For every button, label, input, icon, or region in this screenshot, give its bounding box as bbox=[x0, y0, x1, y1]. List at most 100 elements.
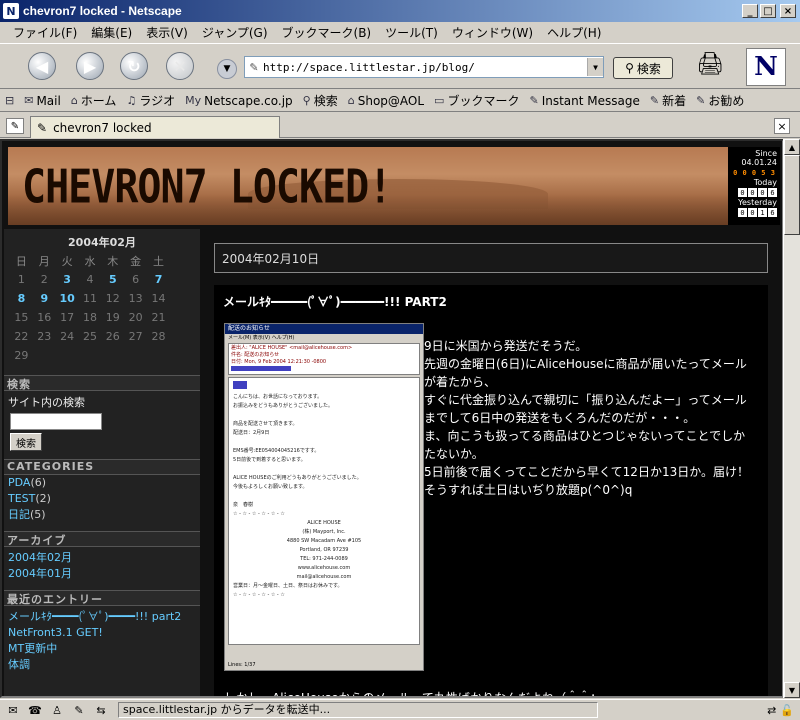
security-lock-icon[interactable]: 🔓 bbox=[780, 704, 794, 717]
stop-button[interactable]: ✕ bbox=[166, 52, 194, 80]
calendar-day: 29 bbox=[14, 349, 29, 362]
composer-icon[interactable]: ✎ bbox=[70, 702, 88, 718]
blog-title[interactable]: CHEVRON7 LOCKED! bbox=[22, 161, 392, 214]
search-button[interactable]: ⚲ 検索 bbox=[613, 57, 673, 79]
mail-icon[interactable]: ✉ bbox=[4, 702, 22, 718]
close-tab-button[interactable]: × bbox=[774, 118, 790, 134]
toolbar-item-instant-message[interactable]: ✎ Instant Message bbox=[524, 94, 644, 108]
calendar-day-link[interactable]: 8 bbox=[10, 289, 33, 308]
counter-digit: 0 bbox=[738, 188, 747, 197]
menu-bar: ファイル(F) 編集(E) 表示(V) ジャンプ(G) ブックマーク(B) ツー… bbox=[0, 22, 800, 42]
personal-toolbar-menu[interactable]: ⊟ bbox=[0, 94, 19, 107]
status-text: space.littlestar.jp からデータを転送中... bbox=[118, 702, 598, 718]
toolbar-item-search[interactable]: ⚲ 検索 bbox=[298, 92, 343, 109]
weekday: 木 bbox=[107, 254, 119, 268]
email-header-line: 日付: Mon, 9 Feb 2004 12:21:30 -0800 bbox=[231, 359, 327, 365]
email-body-line: mail@alicehouse.com bbox=[296, 574, 352, 580]
email-redacted-name bbox=[233, 381, 415, 393]
category-link-pda[interactable]: PDA(6) bbox=[4, 475, 200, 491]
calendar-day: 17 bbox=[60, 311, 75, 324]
menu-bookmarks[interactable]: ブックマーク(B) bbox=[275, 24, 379, 41]
archive-link[interactable]: 2004年02月 bbox=[4, 550, 200, 566]
counter-today-label: Today bbox=[753, 178, 777, 187]
close-window-button[interactable]: × bbox=[780, 4, 796, 18]
calendar-day-link[interactable]: 9 bbox=[33, 289, 56, 308]
scroll-up-button[interactable]: ▲ bbox=[784, 139, 800, 155]
search-icon: ⚲ bbox=[302, 94, 311, 107]
minimize-button[interactable]: _ bbox=[742, 4, 758, 18]
url-input[interactable]: http://space.littlestar.jp/blog/ bbox=[263, 61, 587, 74]
calendar-day: 26 bbox=[105, 330, 120, 343]
category-name: 日記 bbox=[8, 508, 30, 521]
mail-icon: ✉ bbox=[24, 94, 34, 107]
calendar: 日 月 火 水 木 金 土 1 2 3 4 5 6 7 8 9 10 11 12… bbox=[10, 251, 170, 365]
toolbar-item-shop-aol[interactable]: ⌂ Shop@AOL bbox=[343, 94, 429, 108]
counter-yesterday-label: Yesterday bbox=[738, 198, 777, 207]
toolbar-item-netscape[interactable]: My Netscape.co.jp bbox=[180, 94, 298, 108]
netscape-icon: My bbox=[185, 94, 202, 107]
email-header-line: 件名: 配送のお知らせ bbox=[231, 352, 280, 358]
menu-view[interactable]: 表示(V) bbox=[139, 24, 195, 41]
calendar-day-link[interactable]: 5 bbox=[101, 270, 124, 289]
maximize-button[interactable]: □ bbox=[760, 4, 776, 18]
recent-entry-link[interactable]: メールｷﾀ━━━━(ﾟ∀ﾟ)━━━━!!! part2 bbox=[4, 609, 200, 625]
url-dropdown-button[interactable]: ▼ bbox=[587, 58, 603, 76]
menu-edit[interactable]: 編集(E) bbox=[84, 24, 139, 41]
back-button[interactable]: ◀ bbox=[28, 52, 56, 80]
toolbar-item-radio[interactable]: ♫ ラジオ bbox=[121, 92, 180, 109]
new-tab-icon[interactable]: ✎ bbox=[6, 118, 24, 134]
toolbar-item-mail[interactable]: ✉ Mail bbox=[19, 94, 66, 108]
counter-digit: 1 bbox=[758, 208, 767, 217]
email-status-footer: Lines: 1/37 bbox=[228, 662, 256, 668]
email-redacted-bar bbox=[231, 366, 417, 373]
toolbar-item-new[interactable]: ✎ 新着 bbox=[645, 92, 691, 109]
toolbar-item-home[interactable]: ⌂ ホーム bbox=[66, 92, 122, 109]
email-header-line: 差出人: "ALICE HOUSE" <mail@alicehouse.com> bbox=[231, 345, 353, 351]
calendar-day: 15 bbox=[14, 311, 29, 324]
menu-tools[interactable]: ツール(T) bbox=[378, 24, 445, 41]
recent-entry-link[interactable]: NetFront3.1 GET! bbox=[4, 625, 200, 641]
url-history-dropdown[interactable]: ▼ bbox=[217, 59, 237, 79]
scroll-thumb[interactable] bbox=[784, 155, 800, 235]
calendar-day-link[interactable]: 10 bbox=[56, 289, 79, 308]
toolbar-item-recommend[interactable]: ✎ お勧め bbox=[691, 92, 749, 109]
calendar-day-link[interactable]: 7 bbox=[147, 270, 170, 289]
category-link-test[interactable]: TEST(2) bbox=[4, 491, 200, 507]
weekday: 月 bbox=[38, 254, 50, 268]
site-search-input[interactable] bbox=[10, 413, 102, 430]
category-name: PDA bbox=[8, 476, 31, 489]
url-bar[interactable]: ✎ http://space.littlestar.jp/blog/ ▼ bbox=[244, 56, 604, 78]
recent-entry-link[interactable]: 体調 bbox=[4, 657, 200, 673]
counter-digit: 3 bbox=[768, 168, 777, 177]
forward-button[interactable]: ▶ bbox=[76, 52, 104, 80]
site-search-button[interactable]: 検索 bbox=[10, 433, 42, 451]
tab-label: chevron7 locked bbox=[53, 120, 152, 135]
reload-button[interactable]: ↻ bbox=[120, 52, 148, 80]
tab-chevron7[interactable]: ✎ chevron7 locked bbox=[30, 116, 280, 138]
home-icon: ⌂ bbox=[70, 94, 78, 107]
print-icon[interactable]: 🖨 bbox=[696, 52, 726, 78]
archive-link[interactable]: 2004年01月 bbox=[4, 566, 200, 582]
network-icon[interactable]: ⇆ bbox=[92, 702, 110, 718]
calendar-day-link[interactable]: 3 bbox=[56, 270, 79, 289]
netscape-logo[interactable]: N bbox=[746, 48, 786, 86]
vertical-scrollbar[interactable]: ▲ ▼ bbox=[783, 139, 800, 698]
recent-entry-link[interactable]: MT更新中 bbox=[4, 641, 200, 657]
email-body-line bbox=[233, 492, 415, 501]
aim-icon[interactable]: ♙ bbox=[48, 702, 66, 718]
menu-go[interactable]: ジャンプ(G) bbox=[195, 24, 275, 41]
email-body-line: 営業日：月～金曜日、土日、祭日はお休みです。 bbox=[233, 583, 343, 589]
menu-window[interactable]: ウィンドウ(W) bbox=[445, 24, 540, 41]
toolbar-item-label: お勧め bbox=[708, 94, 745, 108]
toolbar-item-bookmarks[interactable]: ▭ ブックマーク bbox=[429, 92, 524, 109]
category-link-diary[interactable]: 日記(5) bbox=[4, 507, 200, 523]
categories-heading: CATEGORIES bbox=[4, 459, 200, 475]
addressbook-icon[interactable]: ☎ bbox=[26, 702, 44, 718]
folder-icon: ▭ bbox=[434, 94, 445, 107]
scroll-down-button[interactable]: ▼ bbox=[784, 682, 800, 698]
menu-file[interactable]: ファイル(F) bbox=[6, 24, 84, 41]
post-continuation-text: しかし、AliceHouseからのメールって丸性ばかりなんだよね（＾＾； bbox=[224, 691, 603, 698]
calendar-day: 23 bbox=[37, 330, 52, 343]
email-body-line: www.alicehouse.com bbox=[297, 565, 351, 571]
menu-help[interactable]: ヘルプ(H) bbox=[540, 24, 608, 41]
